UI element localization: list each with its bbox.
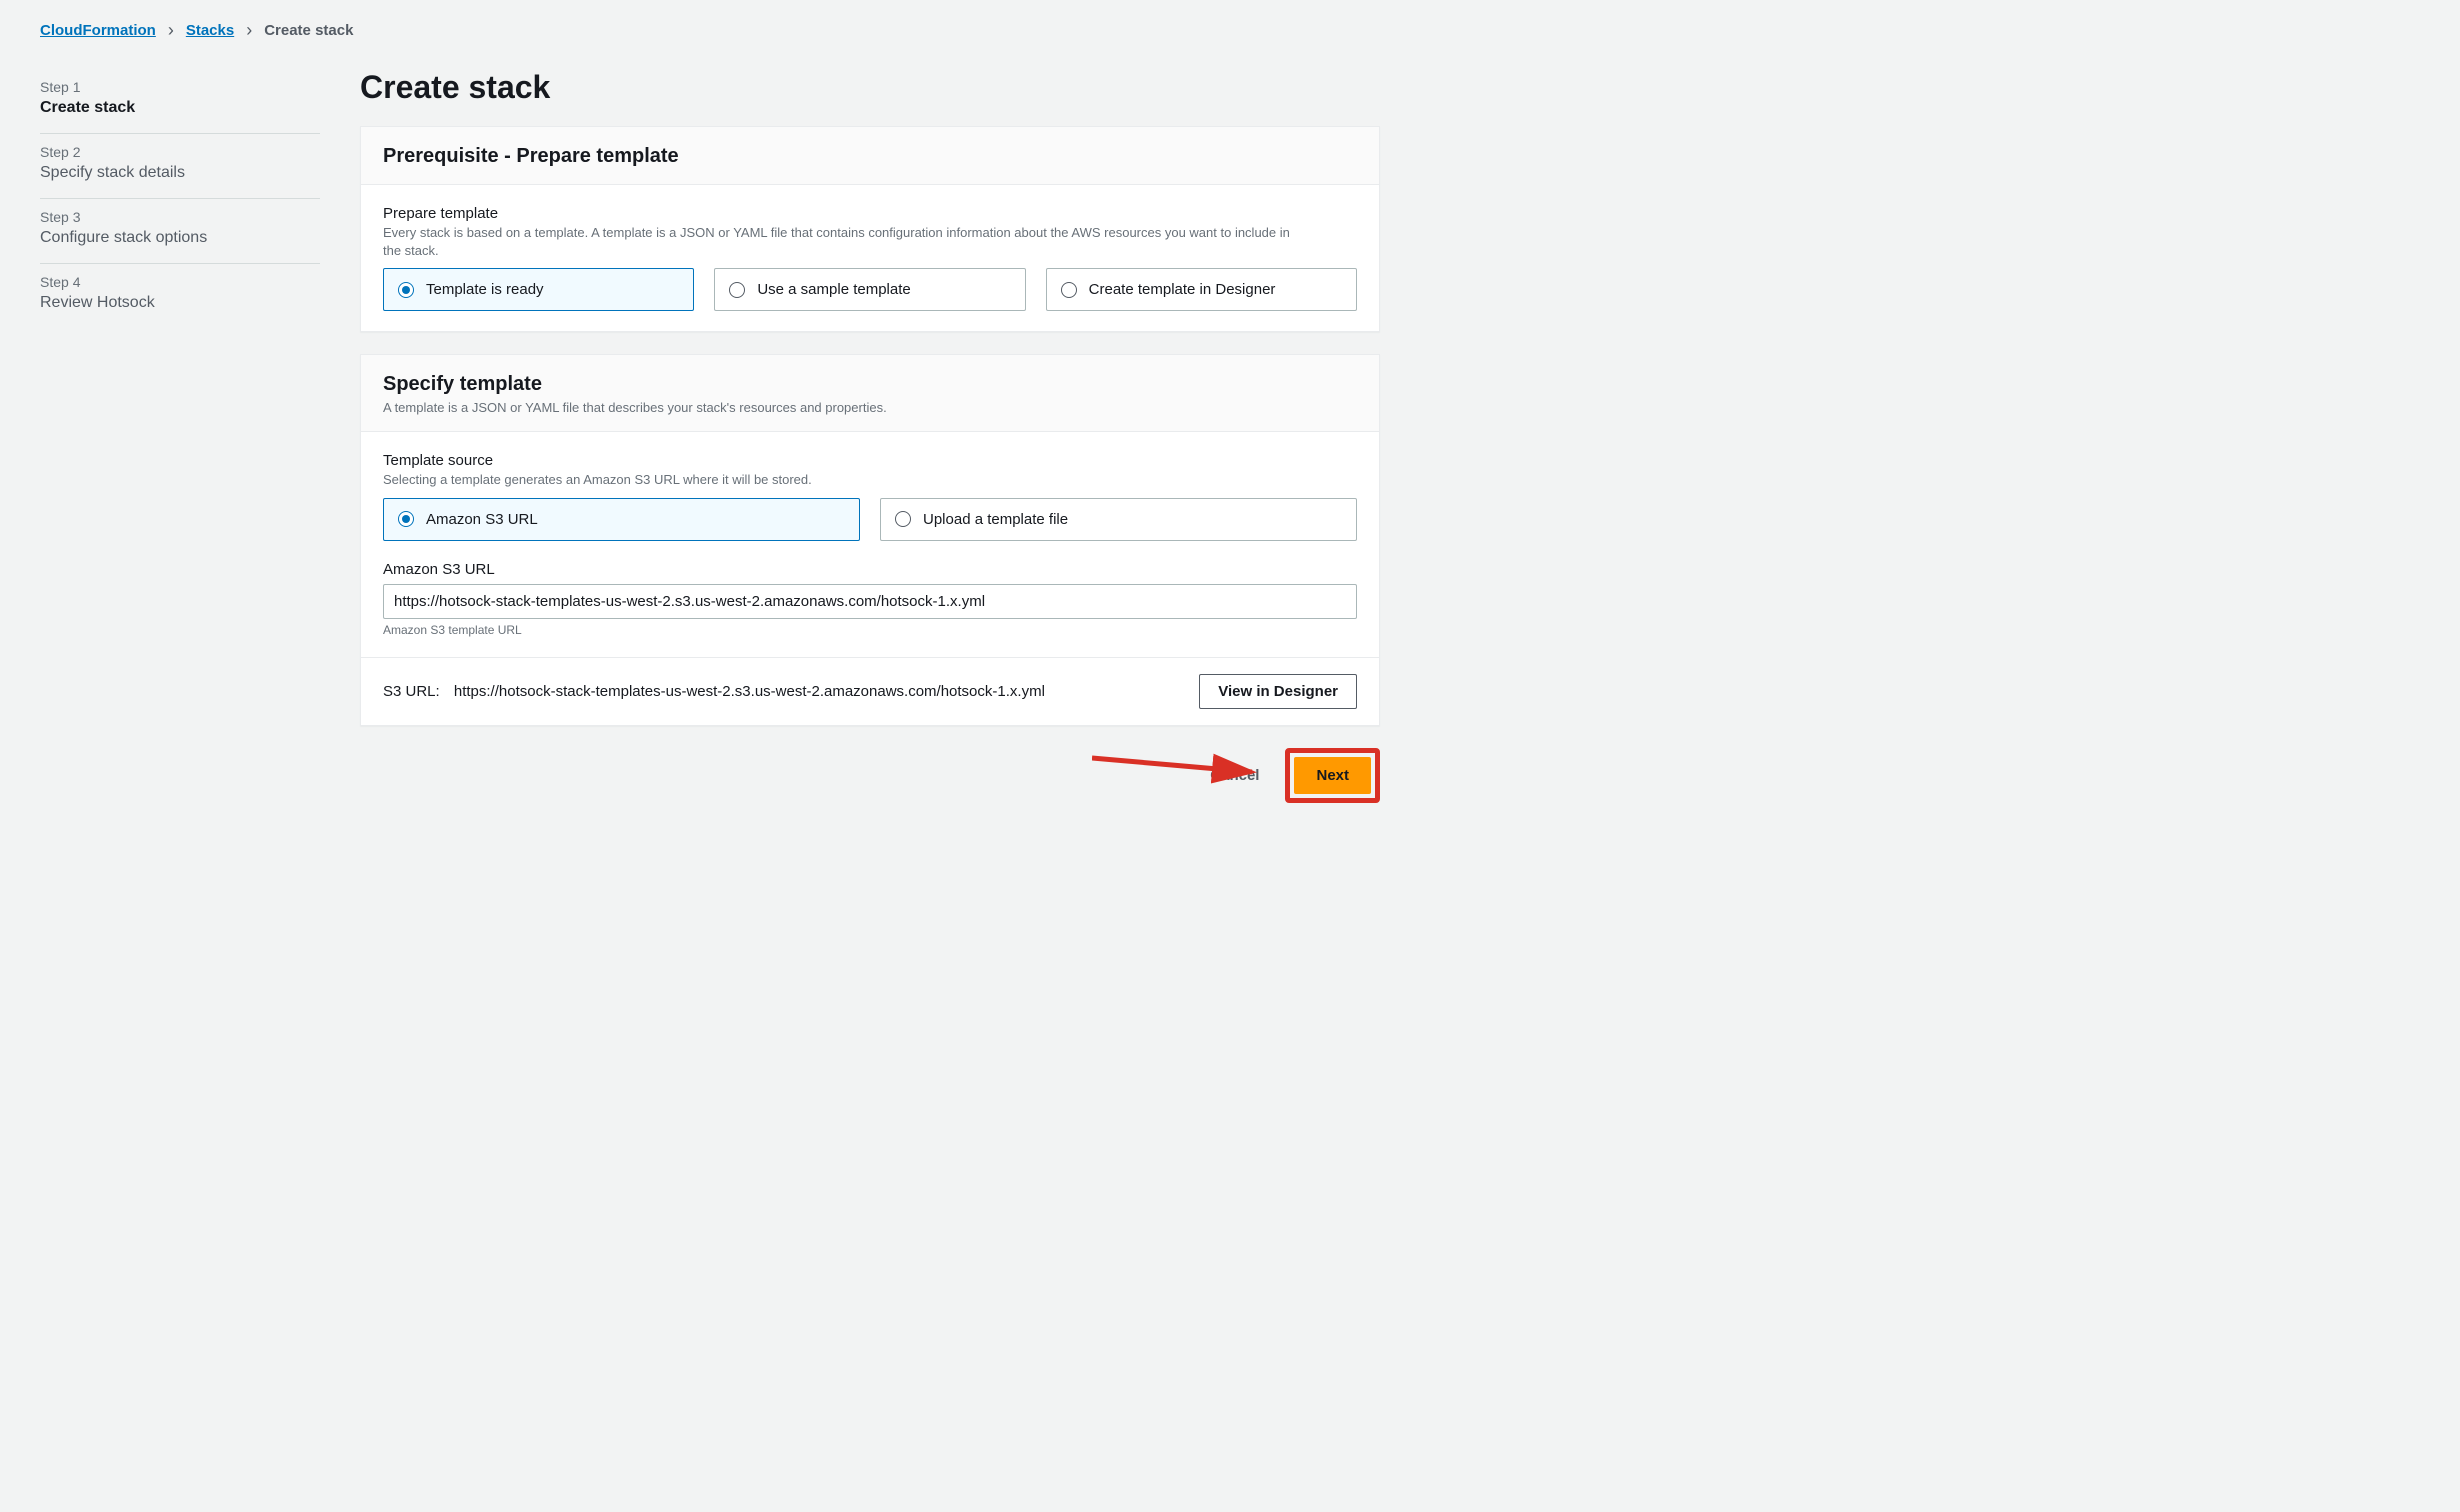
s3-url-input[interactable] [383,584,1357,619]
tile-label: Create template in Designer [1089,281,1276,298]
wizard-step-label: Step 3 [40,209,320,225]
wizard-step-label: Step 1 [40,79,320,95]
field-label-template-source: Template source [383,452,1357,469]
wizard-step-title: Specify stack details [40,164,320,182]
field-label-s3-url: Amazon S3 URL [383,561,1357,578]
summary-key: S3 URL: [383,683,440,700]
wizard-step-3[interactable]: Step 3 Configure stack options [40,199,320,264]
wizard-step-title: Review Hotsock [40,294,320,312]
tile-template-is-ready[interactable]: Template is ready [383,268,694,311]
page-title: Create stack [360,69,1380,106]
panel-subheading: A template is a JSON or YAML file that d… [383,400,1357,415]
panel-heading: Specify template [383,373,1357,396]
chevron-right-icon: › [168,20,174,41]
breadcrumb: CloudFormation › Stacks › Create stack [40,20,2420,41]
tile-label: Use a sample template [757,281,910,298]
s3-url-summary: S3 URL: https://hotsock-stack-templates-… [383,683,1045,700]
panel-specify-template: Specify template A template is a JSON or… [360,354,1380,725]
panel-footer: S3 URL: https://hotsock-stack-templates-… [361,657,1379,725]
tile-amazon-s3-url[interactable]: Amazon S3 URL [383,498,860,541]
wizard-step-label: Step 2 [40,144,320,160]
wizard-actions: Cancel Next [360,748,1380,803]
wizard-step-2[interactable]: Step 2 Specify stack details [40,134,320,199]
radio-icon [398,282,414,298]
field-help-template-source: Selecting a template generates an Amazon… [383,471,1303,489]
radio-icon [398,511,414,527]
tile-label: Upload a template file [923,511,1068,528]
cancel-button[interactable]: Cancel [1198,759,1271,792]
wizard-step-label: Step 4 [40,274,320,290]
tile-use-sample-template[interactable]: Use a sample template [714,268,1025,311]
field-help-prepare-template: Every stack is based on a template. A te… [383,224,1303,260]
breadcrumb-current: Create stack [264,22,353,39]
radio-icon [1061,282,1077,298]
panel-heading: Prerequisite - Prepare template [383,145,1357,168]
tile-create-in-designer[interactable]: Create template in Designer [1046,268,1357,311]
wizard-step-1[interactable]: Step 1 Create stack [40,69,320,134]
chevron-right-icon: › [246,20,252,41]
wizard-steps-sidebar: Step 1 Create stack Step 2 Specify stack… [40,69,320,803]
main-content: Create stack Prerequisite - Prepare temp… [360,69,1380,803]
panel-prerequisite: Prerequisite - Prepare template Prepare … [360,126,1380,332]
panel-header: Specify template A template is a JSON or… [361,355,1379,432]
view-in-designer-button[interactable]: View in Designer [1199,674,1357,709]
panel-header: Prerequisite - Prepare template [361,127,1379,185]
tile-upload-template-file[interactable]: Upload a template file [880,498,1357,541]
radio-icon [895,511,911,527]
breadcrumb-cloudformation[interactable]: CloudFormation [40,22,156,39]
breadcrumb-stacks[interactable]: Stacks [186,22,234,39]
prepare-template-options: Template is ready Use a sample template … [383,268,1357,311]
next-button-callout: Next [1285,748,1380,803]
radio-icon [729,282,745,298]
wizard-step-title: Create stack [40,99,320,117]
wizard-step-4[interactable]: Step 4 Review Hotsock [40,264,320,328]
next-button[interactable]: Next [1294,757,1371,794]
template-source-options: Amazon S3 URL Upload a template file [383,498,1357,541]
summary-value: https://hotsock-stack-templates-us-west-… [454,683,1045,700]
wizard-step-title: Configure stack options [40,229,320,247]
tile-label: Template is ready [426,281,544,298]
tile-label: Amazon S3 URL [426,511,538,528]
field-hint-s3-url: Amazon S3 template URL [383,623,1357,637]
field-label-prepare-template: Prepare template [383,205,1357,222]
